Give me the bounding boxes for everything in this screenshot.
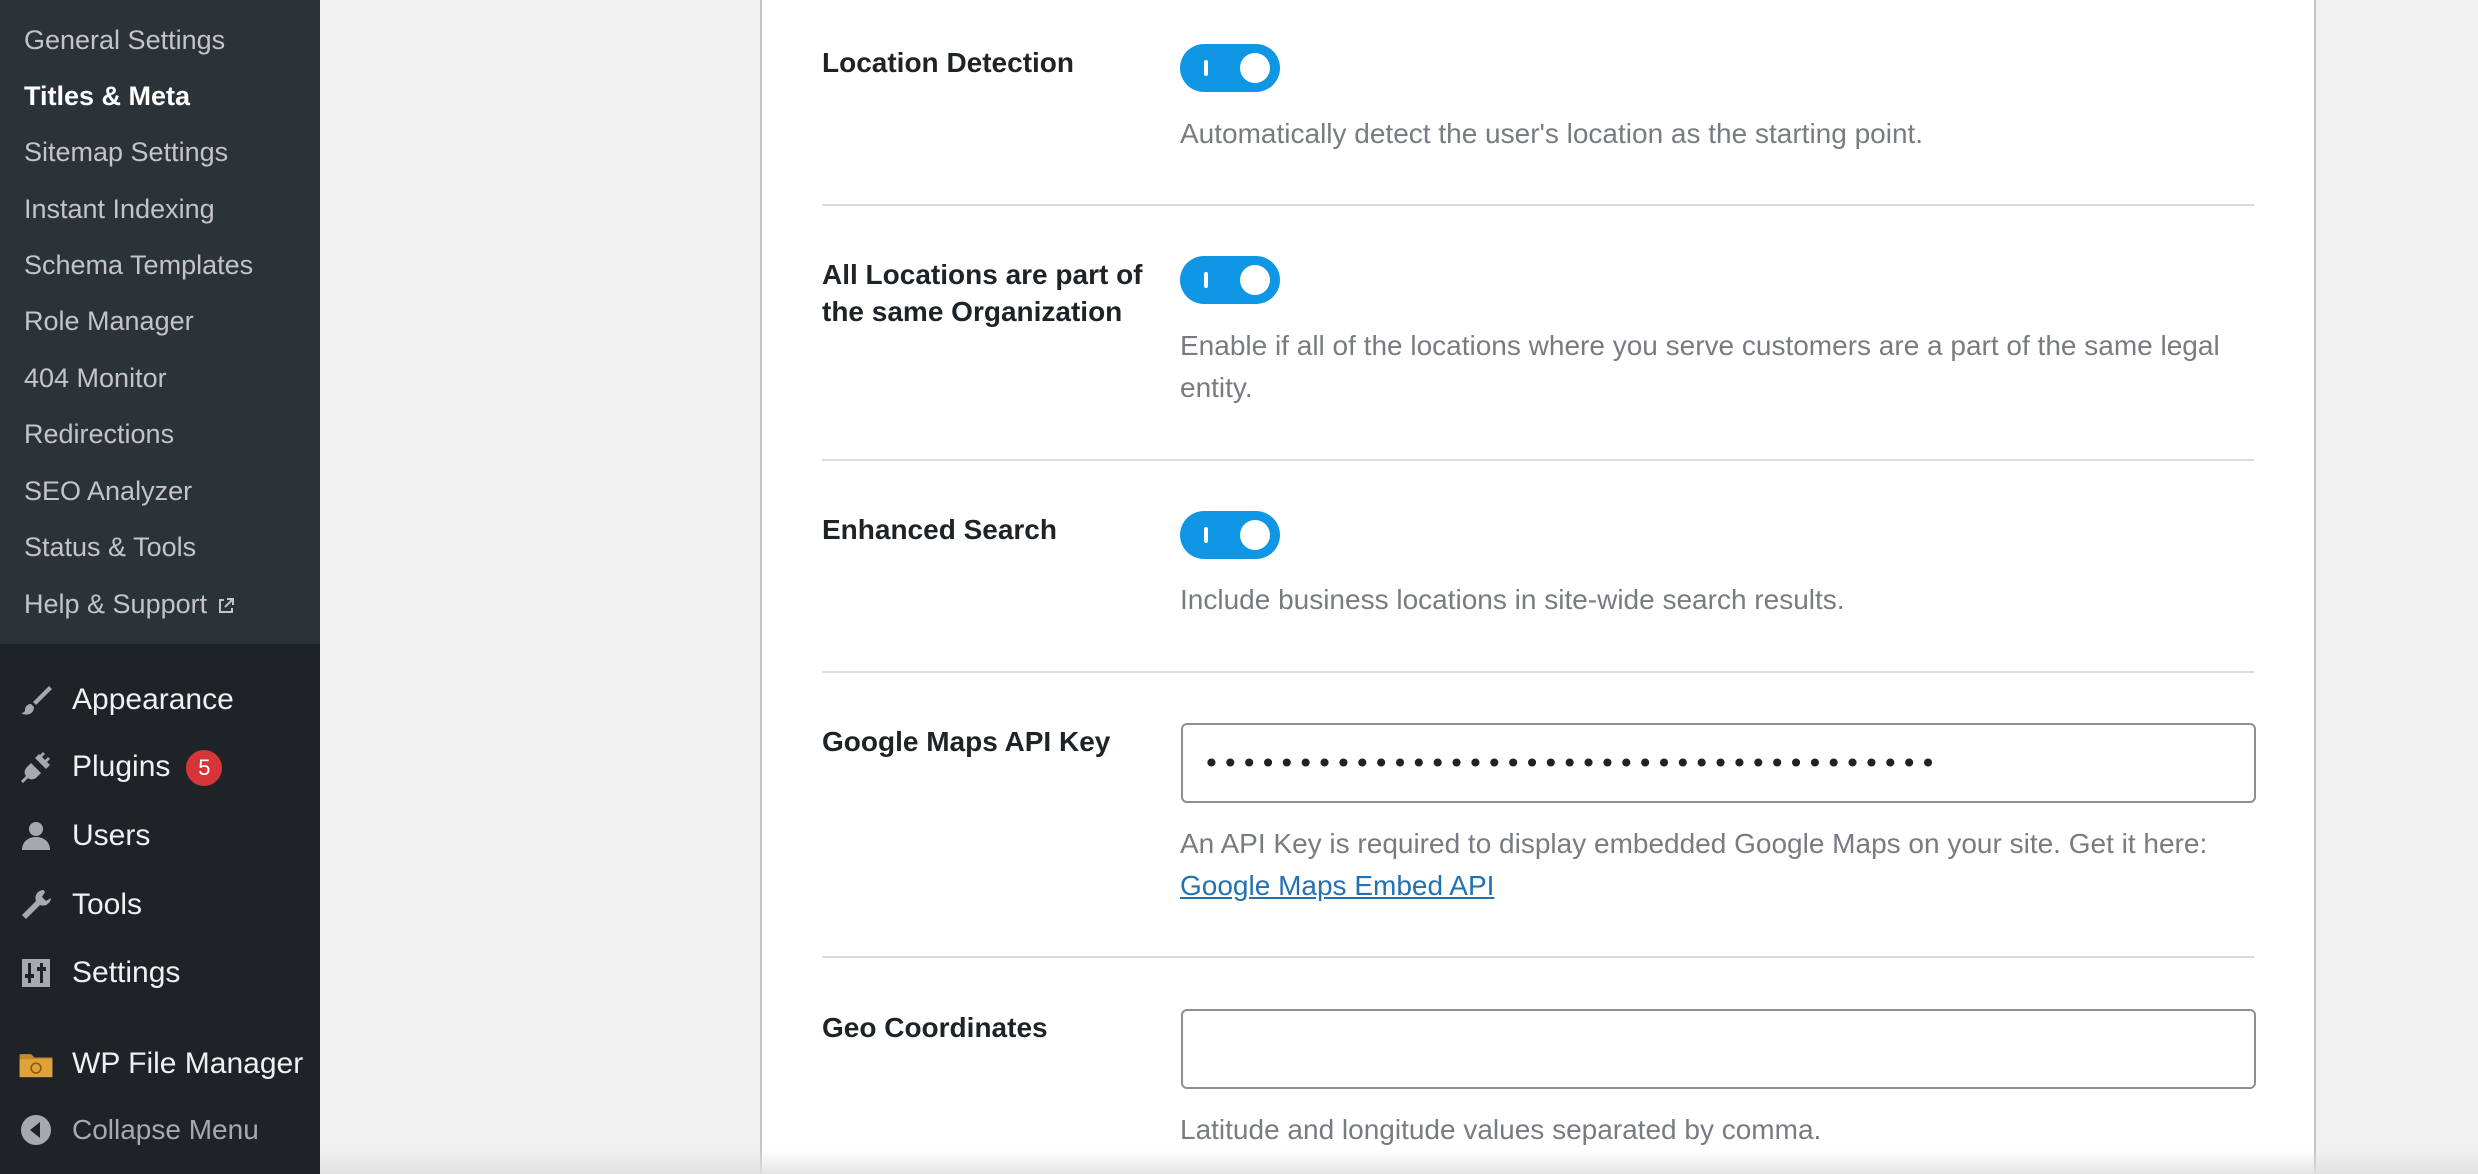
location-detection-label: Location Detection — [822, 47, 1075, 78]
google-maps-api-key-label: Google Maps API Key — [822, 726, 1111, 757]
location-detection-toggle[interactable] — [1180, 44, 1280, 92]
plugins-label-text: Plugins — [72, 749, 171, 783]
divider — [822, 204, 2254, 206]
same-organization-label-line1: All Locations are part of — [822, 259, 1143, 290]
geo-coordinates-label: Geo Coordinates — [822, 1012, 1048, 1043]
submenu-item-schema-templates[interactable]: Schema Templates — [24, 245, 253, 285]
submenu-item-redirections[interactable]: Redirections — [24, 414, 174, 454]
geo-coordinates-input[interactable] — [1181, 1009, 2256, 1089]
menu-label-users: Users — [72, 819, 151, 852]
wrench-icon — [18, 887, 54, 923]
menu-item-wp-file-manager[interactable]: WP File Manager — [0, 1036, 320, 1092]
toggle-knob — [1240, 53, 1270, 83]
geo-coordinates-description: Latitude and longitude values separated … — [1180, 1114, 1822, 1145]
rank-math-submenu: General Settings Titles & Meta Sitemap S… — [0, 0, 320, 644]
collapse-arrow-icon — [18, 1112, 54, 1148]
external-link-icon — [217, 586, 235, 626]
admin-sidebar: General Settings Titles & Meta Sitemap S… — [0, 0, 320, 1174]
enhanced-search-description: Include business locations in site-wide … — [1180, 584, 1845, 615]
menu-item-appearance[interactable]: Appearance — [0, 672, 320, 728]
menu-item-plugins[interactable]: Plugins 5 — [0, 740, 320, 796]
google-maps-api-key-input[interactable] — [1181, 723, 2256, 803]
menu-label-plugins: Plugins 5 — [72, 749, 223, 787]
divider — [822, 956, 2254, 958]
collapse-menu-button[interactable]: Collapse Menu — [0, 1102, 320, 1158]
help-support-label: Help & Support — [24, 589, 208, 619]
same-organization-label: All Locations are part of the same Organ… — [822, 256, 1162, 330]
submenu-item-general-settings[interactable]: General Settings — [24, 20, 225, 60]
bottom-fade — [320, 1150, 2478, 1174]
api-key-help-text: An API Key is required to display embedd… — [1180, 828, 2208, 859]
toggle-on-indicator — [1204, 60, 1208, 76]
toggle-knob — [1240, 265, 1270, 295]
submenu-item-404-monitor[interactable]: 404 Monitor — [24, 358, 167, 398]
same-organization-toggle[interactable] — [1180, 256, 1280, 304]
same-organization-description: Enable if all of the locations where you… — [1180, 330, 2220, 403]
toggle-on-indicator — [1204, 527, 1208, 543]
location-detection-description: Automatically detect the user's location… — [1180, 118, 1924, 149]
user-icon — [18, 818, 54, 854]
submenu-item-role-manager[interactable]: Role Manager — [24, 301, 194, 341]
toggle-knob — [1240, 520, 1270, 550]
menu-label-tools: Tools — [72, 888, 143, 921]
toggle-on-indicator — [1204, 272, 1208, 288]
divider — [822, 459, 2254, 461]
submenu-item-status-tools[interactable]: Status & Tools — [24, 527, 196, 567]
settings-sliders-icon — [18, 955, 54, 991]
folder-icon — [18, 1046, 54, 1082]
submenu-item-help-support[interactable]: Help & Support — [24, 584, 235, 624]
enhanced-search-label: Enhanced Search — [822, 514, 1057, 545]
menu-item-users[interactable]: Users — [0, 808, 320, 864]
menu-item-settings[interactable]: Settings — [0, 945, 320, 1001]
same-organization-label-line2: the same Organization — [822, 296, 1123, 327]
menu-label-wp-file-manager: WP File Manager — [72, 1047, 304, 1080]
submenu-item-titles-meta[interactable]: Titles & Meta — [24, 76, 190, 116]
plugins-update-badge: 5 — [186, 750, 223, 787]
menu-label-collapse: Collapse Menu — [72, 1114, 259, 1145]
plugin-icon — [18, 750, 54, 786]
divider — [822, 671, 2254, 673]
google-maps-embed-api-link[interactable]: Google Maps Embed API — [1180, 870, 1494, 901]
submenu-item-instant-indexing[interactable]: Instant Indexing — [24, 189, 215, 229]
menu-label-settings: Settings — [72, 956, 181, 989]
google-maps-api-key-description: An API Key is required to display embedd… — [1180, 823, 2240, 907]
paintbrush-icon — [18, 682, 54, 718]
menu-label-appearance: Appearance — [72, 683, 234, 716]
enhanced-search-toggle[interactable] — [1180, 511, 1280, 559]
submenu-item-seo-analyzer[interactable]: SEO Analyzer — [24, 471, 192, 511]
submenu-item-sitemap-settings[interactable]: Sitemap Settings — [24, 132, 228, 172]
menu-item-tools[interactable]: Tools — [0, 877, 320, 933]
